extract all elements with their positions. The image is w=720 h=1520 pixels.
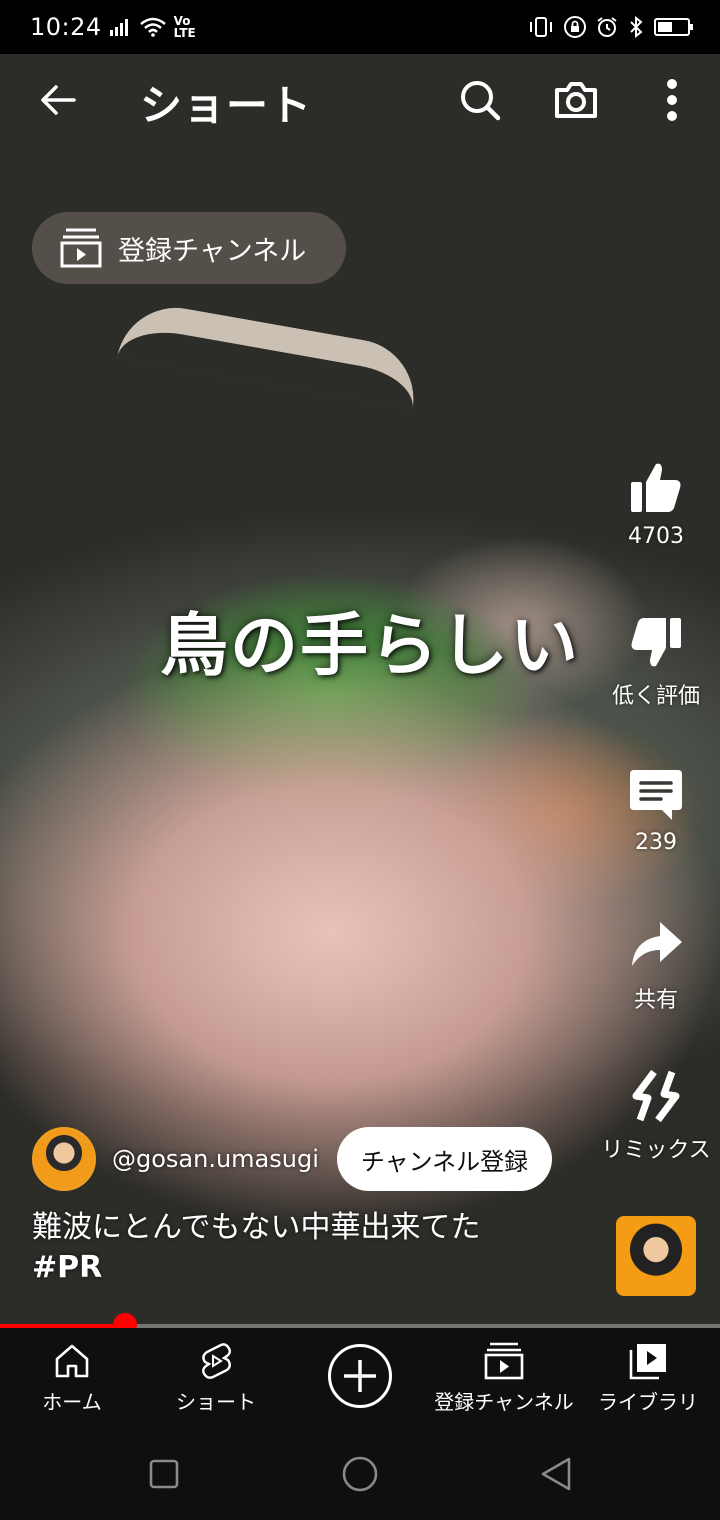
volte-label: Vo LTE	[173, 14, 196, 40]
comments-button[interactable]: 239	[596, 766, 716, 855]
comment-count: 239	[635, 830, 677, 855]
circle-icon	[342, 1456, 378, 1492]
system-navigation-bar	[0, 1428, 720, 1520]
plus-icon	[344, 1360, 376, 1392]
comment-icon	[630, 770, 682, 820]
caption-hashtag[interactable]: #PR	[32, 1248, 481, 1288]
page-title: ショート	[140, 81, 313, 130]
back-arrow-icon	[41, 85, 76, 115]
status-bar: 10:24 Vo LTE	[0, 0, 720, 54]
back-button[interactable]	[28, 70, 88, 130]
thumb-up-icon	[631, 463, 681, 512]
nav-home-label: ホーム	[42, 1390, 102, 1414]
more-vert-icon	[667, 79, 677, 121]
signal-icon	[109, 19, 128, 36]
nav-library[interactable]: ライブラリ	[573, 1342, 720, 1415]
nav-shorts-label: ショート	[176, 1390, 256, 1414]
share-label: 共有	[633, 988, 678, 1013]
caption-text: 難波にとんでもない中華出来てた	[32, 1210, 481, 1245]
shorts-icon	[202, 1343, 231, 1379]
vibrate-icon	[530, 17, 552, 37]
wifi-icon	[139, 17, 166, 37]
lock-icon	[564, 16, 586, 38]
dislike-label: 低く評価	[611, 684, 700, 709]
camera-icon	[555, 82, 597, 118]
nav-home[interactable]: ホーム	[0, 1342, 147, 1415]
channel-avatar[interactable]	[32, 1127, 96, 1191]
more-options-button[interactable]	[642, 70, 702, 130]
nav-subscriptions[interactable]: 登録チャンネル	[429, 1342, 579, 1415]
remix-label: リミックス	[601, 1138, 711, 1163]
nav-shorts[interactable]: ショート	[141, 1342, 291, 1415]
bluetooth-icon	[630, 16, 643, 38]
subscriptions-chip-label: 登録チャンネル	[118, 235, 307, 267]
dislike-button[interactable]: 低く評価	[596, 614, 716, 710]
share-button[interactable]: 共有	[596, 918, 716, 1014]
status-right	[528, 16, 693, 38]
share-icon	[632, 922, 682, 966]
search-icon	[461, 81, 501, 121]
channel-row: @gosan.umasugi チャンネル登録	[32, 1126, 553, 1192]
battery-icon	[654, 18, 693, 36]
remix-icon	[632, 1069, 680, 1123]
bottom-navigation: ホーム ショート 登録チャンネル ライブラリ	[0, 1328, 720, 1428]
sound-thumbnail[interactable]	[616, 1216, 696, 1296]
channel-handle[interactable]: @gosan.umasugi	[112, 1145, 319, 1173]
recents-button[interactable]	[144, 1454, 184, 1494]
subscriptions-chip[interactable]: 登録チャンネル	[32, 212, 346, 284]
video-detail	[117, 298, 423, 410]
subscriptions-icon	[484, 1342, 524, 1380]
triangle-back-icon	[541, 1457, 571, 1491]
back-system-button[interactable]	[536, 1454, 576, 1494]
remix-button[interactable]: リミックス	[596, 1068, 716, 1164]
library-icon	[629, 1344, 666, 1380]
create-button[interactable]	[328, 1344, 392, 1408]
home-system-button[interactable]	[340, 1454, 380, 1494]
square-icon	[149, 1459, 179, 1489]
subscribe-button[interactable]: チャンネル登録	[336, 1127, 553, 1191]
video-caption[interactable]: 難波にとんでもない中華出来てた #PR	[32, 1208, 481, 1288]
like-button[interactable]: 4703	[596, 460, 716, 549]
nav-library-label: ライブラリ	[598, 1390, 698, 1414]
video-overlay-text: 鳥の手らしい	[160, 607, 581, 686]
nav-subscriptions-label: 登録チャンネル	[434, 1390, 574, 1414]
alarm-icon	[597, 17, 617, 37]
camera-button[interactable]	[546, 70, 606, 130]
clock: 10:24	[30, 13, 102, 41]
subscriptions-icon	[60, 228, 102, 268]
home-icon	[55, 1344, 89, 1378]
thumb-down-icon	[631, 618, 681, 667]
like-count: 4703	[628, 524, 684, 549]
search-button[interactable]	[450, 70, 510, 130]
top-app-bar: ショート	[0, 54, 720, 150]
status-left: 10:24 Vo LTE	[30, 13, 200, 41]
